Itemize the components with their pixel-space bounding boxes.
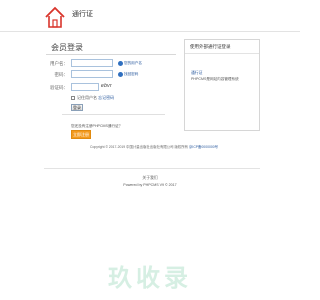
info-icon [118, 61, 123, 66]
icp-link[interactable]: 京ICP备0000000号 [189, 145, 218, 149]
house-icon[interactable] [44, 5, 66, 29]
captcha-input[interactable] [71, 83, 99, 91]
external-title-divider [185, 53, 259, 54]
watermark: 玖收录 [108, 264, 192, 292]
external-login-title: 使用外部通行证登录 [190, 44, 231, 49]
remember-label: 记住用户名 [77, 95, 97, 100]
forgot-password-link[interactable]: 找回密码 [124, 72, 138, 77]
login-title: 会员登录 [51, 43, 83, 52]
copyright-text: Copyright © 2017-2019 中国计量出版社出版社有限公司 版权所… [90, 145, 189, 149]
register-button[interactable]: 立即注册 [71, 130, 91, 139]
username-label: 用户名： [50, 61, 68, 66]
footer-divider [44, 168, 260, 169]
header: 通行证 [0, 0, 300, 34]
powered-by: Powered by PHPCMS V9 © 2017 [123, 183, 177, 187]
login-title-divider [46, 54, 176, 55]
captcha-image[interactable]: ebvr [101, 83, 119, 90]
external-login-panel: 使用外部通行证登录 通行证 PHPCMS是网站内容管理系统 [184, 39, 260, 131]
remember-row: 记住用户名 忘记密码 [77, 95, 114, 101]
username-hint[interactable]: 您的用户名 [124, 61, 142, 66]
about-link[interactable]: 关于我们 [0, 176, 300, 181]
captcha-label: 验证码： [50, 85, 68, 90]
register-divider [62, 114, 165, 115]
header-divider [0, 31, 300, 32]
external-login-link[interactable]: 通行证 [191, 71, 202, 76]
password-label: 密码： [54, 72, 69, 77]
register-prompt: 您还没有注册PHPCMS通行证？ [71, 124, 123, 128]
password-input[interactable] [71, 70, 113, 78]
help-icon [118, 72, 123, 77]
username-input[interactable] [71, 59, 113, 67]
external-login-description: PHPCMS是网站内容管理系统 [191, 77, 239, 81]
remember-checkbox[interactable] [71, 96, 75, 100]
login-panel: 会员登录 用户名： 您的用户名 密码： 找回密码 验证码： ebvr 记住用户名… [44, 34, 180, 146]
page-title: 通行证 [72, 11, 93, 18]
login-button[interactable]: 登录 [71, 104, 83, 111]
forgot-link[interactable]: 忘记密码 [98, 95, 114, 100]
copyright: Copyright © 2017-2019 中国计量出版社出版社有限公司 版权所… [90, 144, 238, 149]
